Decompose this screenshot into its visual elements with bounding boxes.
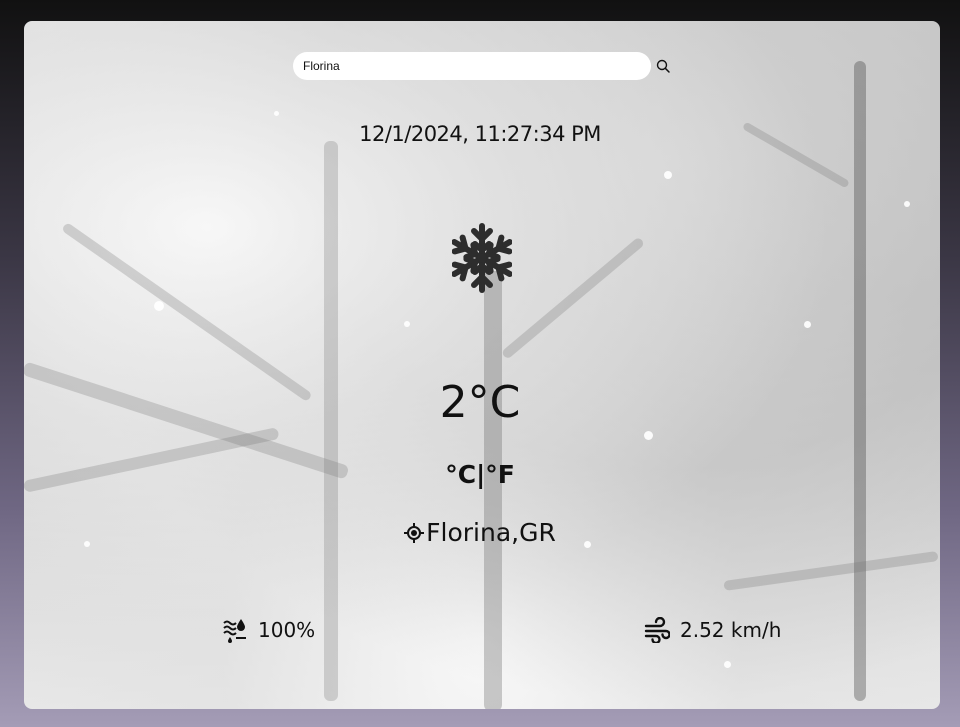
wind-icon (644, 617, 670, 643)
snowflake-dot (154, 301, 164, 311)
snowflake-dot (644, 431, 653, 440)
background-branch (723, 550, 939, 591)
humidity-icon (223, 619, 246, 643)
temperature: 2°C (439, 377, 521, 428)
snowflake-dot (904, 201, 910, 207)
snowflake-dot (804, 321, 811, 328)
snowflake-icon (452, 223, 512, 296)
date-time: 12/1/2024, 11:27:34 PM (359, 122, 601, 146)
unit-toggle: °C|°F (0, 460, 960, 489)
humidity-value: 100% (258, 618, 316, 642)
snowflake-dot (274, 111, 279, 116)
background-branch (61, 221, 313, 403)
fahrenheit-button[interactable]: °F (485, 460, 515, 489)
humidity-stat: 100% (222, 617, 315, 643)
wind-stat: 2.52 km/h (644, 617, 781, 643)
snowflake-dot (664, 171, 672, 179)
search-icon[interactable] (655, 58, 671, 74)
background-branch (484, 271, 502, 709)
unit-separator: | (476, 460, 486, 489)
location: Florina,GR (0, 518, 960, 547)
snowflake-dot (724, 661, 731, 668)
snowflake-dot (404, 321, 410, 327)
search-input[interactable] (293, 52, 651, 80)
location-text: Florina,GR (426, 518, 556, 547)
celsius-button[interactable]: °C (445, 460, 476, 489)
wind-value: 2.52 km/h (680, 618, 782, 642)
location-target-icon (404, 522, 425, 543)
background-branch (500, 236, 646, 360)
